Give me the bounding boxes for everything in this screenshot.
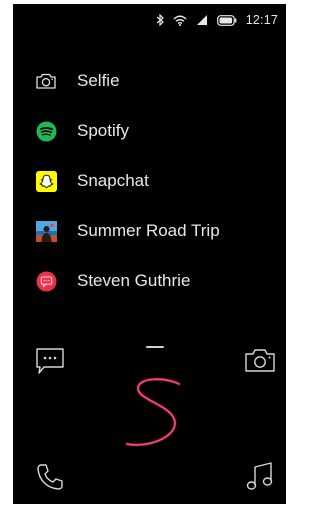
- photo-thumbnail-icon: [35, 220, 57, 242]
- page-indicator: [146, 346, 164, 348]
- camera-icon: [35, 70, 57, 92]
- list-item-label: Spotify: [77, 121, 129, 140]
- camera-icon[interactable]: [244, 347, 276, 378]
- wifi-icon: [173, 15, 187, 26]
- list-item-snapchat[interactable]: Snapchat: [13, 156, 286, 206]
- list-item-spotify[interactable]: Spotify: [13, 106, 286, 156]
- spotify-icon: [35, 120, 57, 142]
- phone-icon[interactable]: [35, 462, 65, 497]
- message-icon[interactable]: [35, 347, 65, 380]
- music-note-icon[interactable]: [244, 461, 276, 498]
- bluetooth-icon: [156, 14, 164, 26]
- gesture-s-drawing[interactable]: [109, 368, 199, 463]
- list-item-steven-guthrie[interactable]: Steven Guthrie: [13, 256, 286, 306]
- list-item-summer-road-trip[interactable]: Summer Road Trip: [13, 206, 286, 256]
- list-item-selfie[interactable]: Selfie: [13, 56, 286, 106]
- battery-icon: [216, 14, 237, 26]
- phone-screen: 12:17 Selfie Spotify Snapchat Summer Roa…: [13, 4, 286, 504]
- recent-list: Selfie Spotify Snapchat Summer Road Trip…: [13, 56, 286, 306]
- contact-avatar-icon: [35, 270, 57, 292]
- list-item-label: Selfie: [77, 71, 120, 90]
- signal-icon: [196, 14, 208, 26]
- list-item-label: Steven Guthrie: [77, 271, 191, 290]
- status-time: 12:17: [245, 13, 278, 27]
- list-item-label: Summer Road Trip: [77, 221, 220, 240]
- status-bar: 12:17: [13, 4, 286, 36]
- list-item-label: Snapchat: [77, 171, 149, 190]
- snapchat-icon: [35, 170, 57, 192]
